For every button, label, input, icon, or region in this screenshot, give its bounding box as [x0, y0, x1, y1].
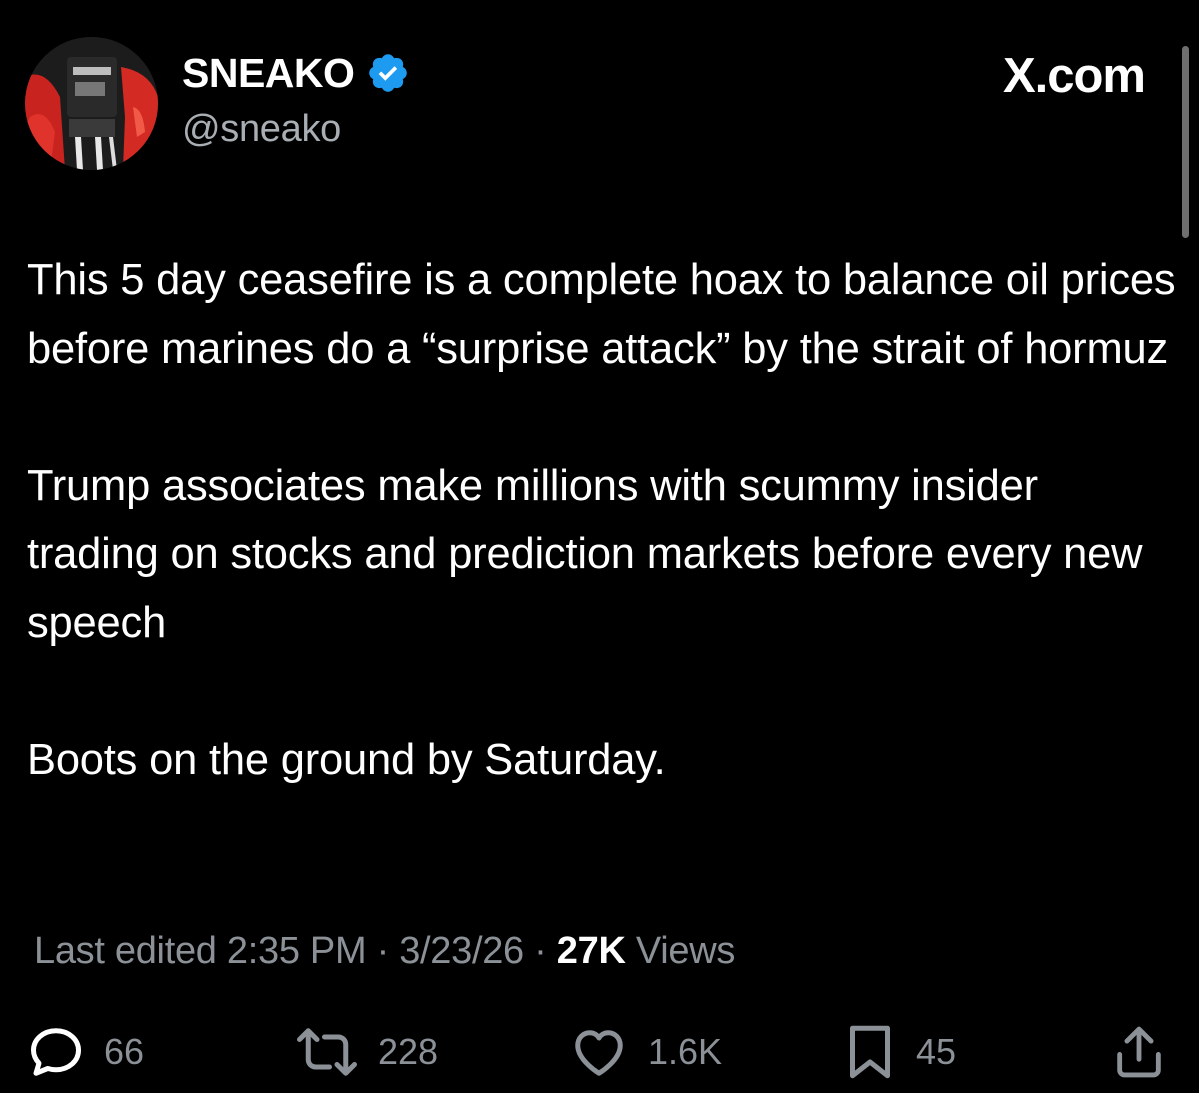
- verified-badge-icon: [369, 54, 408, 92]
- tweet-paragraph: Trump associates make millions with scum…: [27, 461, 1143, 647]
- views-label: Views: [635, 930, 736, 972]
- scrollbar[interactable]: [1182, 46, 1189, 238]
- share-icon: [1117, 1026, 1161, 1078]
- views-count: 27K: [556, 930, 626, 972]
- share-button[interactable]: [1110, 1020, 1168, 1084]
- author-display-name[interactable]: SNEAKO: [182, 50, 355, 97]
- heart-icon: [575, 1030, 623, 1076]
- tweet-time[interactable]: 2:35 PM: [227, 930, 367, 972]
- author-handle[interactable]: @sneako: [182, 108, 341, 151]
- tweet-text: This 5 day ceasefire is a complete hoax …: [27, 246, 1177, 794]
- reply-icon: [31, 1028, 81, 1076]
- bookmark-count: 45: [916, 1031, 957, 1072]
- action-bar: 66 228 1.6K 45: [0, 1020, 1199, 1084]
- bookmark-icon: [850, 1025, 890, 1079]
- reply-count: 66: [104, 1031, 145, 1072]
- profile-avatar-image: [25, 37, 158, 170]
- bookmark-button[interactable]: 45: [842, 1020, 956, 1084]
- site-logo: X.com: [1002, 49, 1146, 103]
- edited-label[interactable]: Last edited: [34, 930, 217, 972]
- tweet-paragraph: This 5 day ceasefire is a complete hoax …: [27, 256, 1176, 373]
- tweet-paragraph: Boots on the ground by Saturday.: [27, 735, 666, 784]
- reply-button[interactable]: 66: [26, 1020, 144, 1084]
- repost-button[interactable]: 228: [294, 1020, 438, 1084]
- tweet-meta: Last edited 2:35 PM · 3/23/26 · 27K View…: [34, 930, 735, 973]
- repost-count: 228: [378, 1031, 439, 1072]
- tweet-date[interactable]: 3/23/26: [399, 930, 524, 972]
- meta-separator: ·: [376, 930, 390, 972]
- meta-separator: ·: [534, 930, 547, 972]
- repost-icon: [297, 1028, 357, 1076]
- like-count: 1.6K: [648, 1031, 723, 1072]
- avatar[interactable]: [25, 37, 158, 170]
- author-name-row: SNEAKO: [182, 47, 410, 99]
- like-button[interactable]: 1.6K: [568, 1020, 722, 1084]
